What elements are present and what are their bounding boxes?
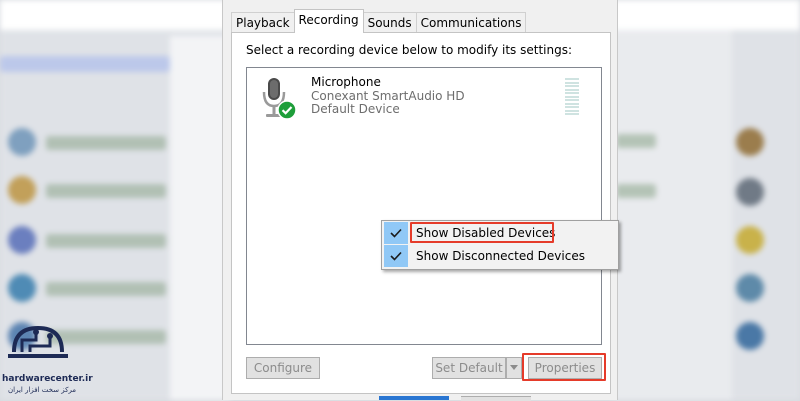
chevron-down-icon [510,365,518,370]
recording-device-list[interactable]: Microphone Conexant SmartAudio HD Defaul… [246,67,619,345]
instruction-text: Select a recording device below to modif… [246,43,573,57]
set-default-button[interactable]: Set Default [432,357,506,379]
tab-sounds[interactable]: Sounds [362,12,417,33]
watermark-name: hardwarecenter.ir [2,374,93,384]
checkmark-icon [384,245,408,267]
tab-recording[interactable]: Recording [293,9,364,33]
device-item-microphone[interactable]: Microphone Conexant SmartAudio HD Defaul… [259,74,589,126]
recording-tab-panel: Select a recording device below to modif… [231,32,619,394]
highlight-box [410,222,554,243]
tab-strip: Playback Recording Sounds Communications [231,9,527,33]
ok-button-edge[interactable] [379,396,449,400]
configure-button[interactable]: Configure [246,357,320,379]
menu-item-show-disconnected-devices[interactable]: Show Disconnected Devices [384,245,616,267]
sound-dialog: Playback Recording Sounds Communications… [222,0,619,401]
tab-communications[interactable]: Communications [415,12,527,33]
cancel-button-edge[interactable] [461,396,531,401]
device-name: Microphone [311,75,381,89]
highlight-box [522,353,606,381]
context-menu: Show Disabled Devices Show Disconnected … [381,220,619,270]
set-default-dropdown-button[interactable] [506,357,522,379]
menu-item-label: Show Disconnected Devices [416,249,585,263]
level-meter [565,78,579,118]
checkmark-icon [384,222,408,244]
device-status: Default Device [311,102,400,116]
green-check-icon [277,100,297,120]
tab-playback[interactable]: Playback [231,12,295,33]
watermark-subtitle: مرکز سخت افزار ایران [8,386,77,394]
